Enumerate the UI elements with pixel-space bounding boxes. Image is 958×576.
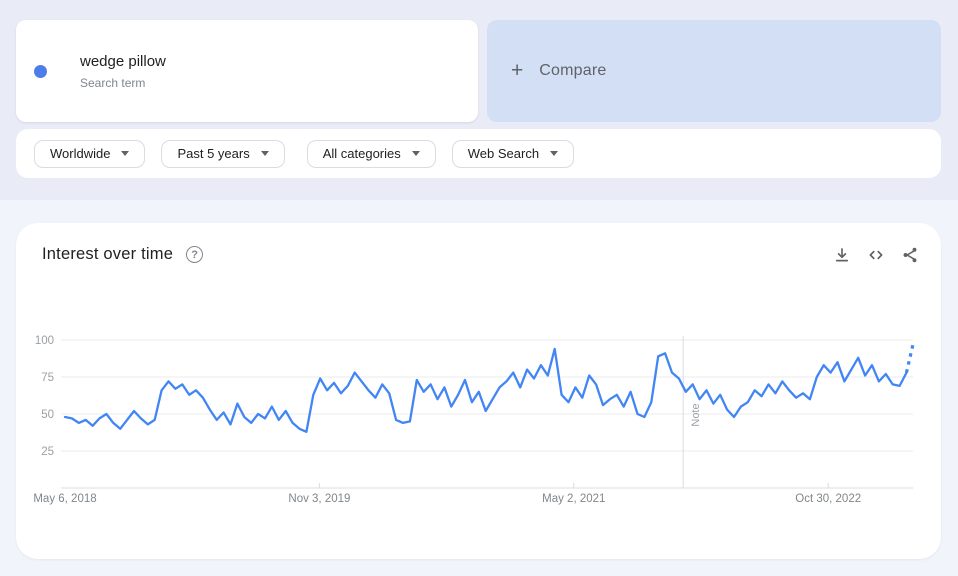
- widget-header: Interest over time ?: [42, 245, 203, 264]
- help-icon[interactable]: ?: [186, 246, 203, 263]
- y-axis-tick-label: 75: [41, 372, 54, 384]
- note-label: Note: [690, 403, 702, 426]
- filter-bar: Worldwide Past 5 years All categories We…: [16, 129, 941, 178]
- series-color-dot: [34, 65, 47, 78]
- search-term-title: wedge pillow: [80, 53, 166, 70]
- embed-icon[interactable]: [867, 246, 885, 264]
- filter-region-label: Worldwide: [50, 146, 110, 161]
- download-icon[interactable]: [833, 246, 851, 264]
- chevron-down-icon: [412, 151, 420, 156]
- chevron-down-icon: [550, 151, 558, 156]
- plus-icon: +: [511, 59, 523, 83]
- filter-category-dropdown[interactable]: All categories: [307, 140, 436, 168]
- x-axis-tick-label: Nov 3, 2019: [288, 493, 350, 505]
- search-term-text: wedge pillow Search term: [65, 53, 166, 90]
- y-axis-tick-label: 25: [41, 446, 54, 458]
- chevron-down-icon: [121, 151, 129, 156]
- search-term-card[interactable]: wedge pillow Search term: [16, 20, 478, 122]
- x-axis-tick-label: May 2, 2021: [542, 493, 605, 505]
- trend-chart[interactable]: 100 75 50 25 May 6, 2018 Nov 3, 2019 May 2, 20…: [16, 318, 941, 528]
- widget-title: Interest over time: [42, 245, 173, 264]
- trend-line-partial: [906, 344, 913, 372]
- widget-actions: [833, 246, 919, 264]
- x-axis-tick-label: Oct 30, 2022: [795, 493, 861, 505]
- search-term-type: Search term: [80, 76, 166, 90]
- interest-over-time-widget: Interest over time ? 100 75 50 25 May 6, 201…: [16, 223, 941, 559]
- trend-line: [65, 349, 907, 432]
- filter-category-label: All categories: [323, 146, 401, 161]
- y-axis-tick-label: 50: [41, 409, 54, 421]
- filter-timerange-label: Past 5 years: [177, 146, 249, 161]
- chevron-down-icon: [261, 151, 269, 156]
- y-axis-tick-label: 100: [35, 335, 54, 347]
- filter-region-dropdown[interactable]: Worldwide: [34, 140, 145, 168]
- filter-searchtype-label: Web Search: [468, 146, 539, 161]
- compare-label: Compare: [539, 62, 606, 80]
- x-axis-tick-label: May 6, 2018: [33, 493, 96, 505]
- add-comparison-card[interactable]: + Compare: [487, 20, 941, 122]
- share-icon[interactable]: [901, 246, 919, 264]
- filter-searchtype-dropdown[interactable]: Web Search: [452, 140, 574, 168]
- filter-timerange-dropdown[interactable]: Past 5 years: [161, 140, 284, 168]
